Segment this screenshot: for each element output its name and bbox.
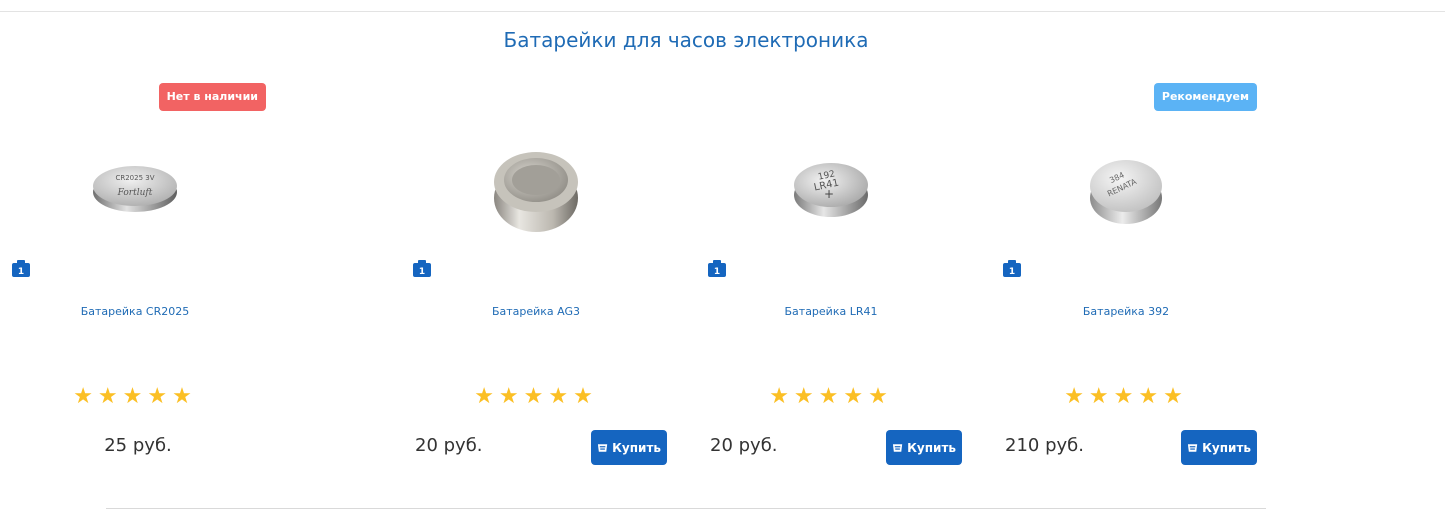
- product-card: 1 Батарейка AG3 ★★★★★ 20 руб. Купить: [401, 70, 696, 500]
- quantity-label: 1: [1009, 267, 1015, 277]
- basket-icon: [597, 443, 608, 452]
- rating-stars: ★★★★★: [769, 384, 893, 409]
- buy-button-label: Купить: [907, 440, 956, 455]
- quantity-icon: 1: [707, 260, 727, 278]
- section-title: Батарейки для часов электроника: [503, 28, 869, 52]
- quantity-icon: 1: [1002, 260, 1022, 278]
- product-price: 25 руб.: [104, 435, 172, 456]
- product-image-ag3[interactable]: [486, 140, 586, 240]
- product-image-lr41[interactable]: 192 LR41 +: [781, 140, 881, 240]
- quantity-label: 1: [714, 267, 720, 277]
- product-name-link[interactable]: Батарейка LR41: [696, 305, 966, 318]
- svg-text:+: +: [824, 187, 834, 201]
- product-name-link[interactable]: Батарейка AG3: [401, 305, 671, 318]
- quantity-label: 1: [18, 267, 24, 277]
- buy-button[interactable]: Купить: [886, 430, 962, 465]
- product-image-cr2025[interactable]: CR2025 3V Fortluft: [85, 140, 185, 240]
- buy-button-label: Купить: [612, 440, 661, 455]
- buy-button[interactable]: Купить: [1181, 430, 1257, 465]
- quantity-icon: 1: [412, 260, 432, 278]
- quantity-icon: 1: [11, 260, 31, 278]
- rating-stars: ★★★★★: [1064, 384, 1188, 409]
- product-image-392[interactable]: 384 RENATA: [1076, 140, 1176, 240]
- product-price: 210 руб.: [1005, 435, 1084, 456]
- product-card: Рекомендуем 384 RENATA 1 Батарейка 392 ★…: [991, 70, 1286, 500]
- buy-button-label: Купить: [1202, 440, 1251, 455]
- bottom-divider: [106, 508, 1266, 509]
- product-card: 192 LR41 + 1 Батарейка LR41 ★★★★★ 20 руб…: [696, 70, 991, 500]
- quantity-label: 1: [419, 267, 425, 277]
- basket-icon: [892, 443, 903, 452]
- image-label-2: Fortluft: [117, 188, 153, 198]
- product-name-link[interactable]: Батарейка CR2025: [0, 305, 270, 318]
- product-price: 20 руб.: [710, 435, 778, 456]
- buy-button[interactable]: Купить: [591, 430, 667, 465]
- rating-stars: ★★★★★: [474, 384, 598, 409]
- product-card: Нет в наличии CR2025 3V Fortluft 1 Батар…: [0, 70, 295, 500]
- product-price: 20 руб.: [415, 435, 483, 456]
- image-label-1: CR2025 3V: [115, 174, 154, 182]
- basket-icon: [1187, 443, 1198, 452]
- top-divider: [0, 11, 1445, 12]
- rating-stars: ★★★★★: [73, 384, 197, 409]
- recommend-badge: Рекомендуем: [1153, 83, 1257, 111]
- out-of-stock-badge: Нет в наличии: [158, 83, 266, 111]
- product-name-link[interactable]: Батарейка 392: [991, 305, 1261, 318]
